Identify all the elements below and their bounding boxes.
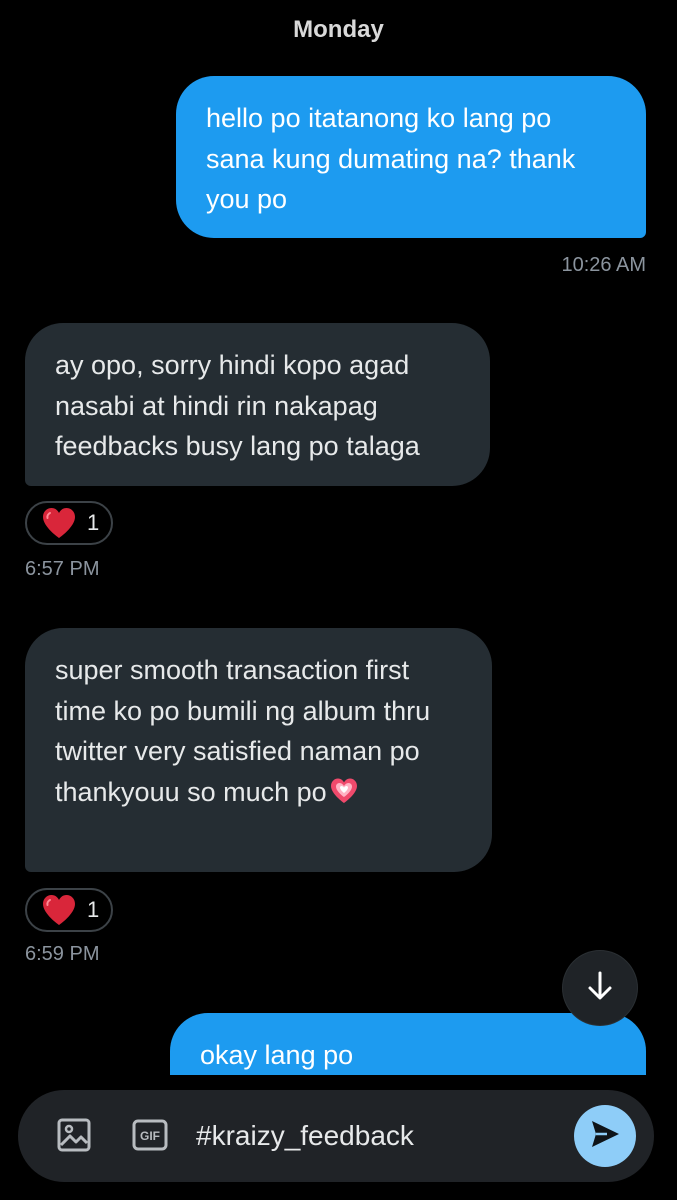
arrow-down-icon bbox=[583, 969, 617, 1008]
received-message-bubble[interactable]: ay opo, sorry hindi kopo agad nasabi at … bbox=[25, 323, 490, 486]
message-composer: GIF bbox=[18, 1090, 654, 1182]
heart-icon bbox=[41, 894, 77, 926]
reaction-count: 1 bbox=[87, 510, 100, 535]
reaction-pill[interactable]: 1 bbox=[25, 501, 113, 545]
gif-button[interactable]: GIF bbox=[132, 1119, 168, 1156]
sparkling-heart-icon bbox=[329, 776, 359, 817]
sent-message-bubble[interactable]: hello po itatanong ko lang po sana kung … bbox=[176, 76, 646, 238]
reaction-pill[interactable]: 1 bbox=[25, 888, 113, 932]
gif-label: GIF bbox=[140, 1129, 160, 1143]
message-text: super smooth transaction first time ko p… bbox=[55, 655, 431, 807]
image-icon[interactable] bbox=[56, 1117, 92, 1158]
received-message-bubble[interactable]: super smooth transaction first time ko p… bbox=[25, 628, 492, 872]
send-icon bbox=[589, 1118, 621, 1155]
message-input[interactable] bbox=[196, 1116, 556, 1156]
message-timestamp: 6:57 PM bbox=[25, 558, 100, 580]
message-timestamp: 6:59 PM bbox=[25, 943, 100, 965]
message-text: hello po itatanong ko lang po sana kung … bbox=[206, 103, 576, 214]
send-button[interactable] bbox=[574, 1105, 636, 1167]
message-text: ay opo, sorry hindi kopo agad nasabi at … bbox=[55, 350, 420, 461]
message-timestamp: 10:26 AM bbox=[561, 254, 646, 276]
heart-icon bbox=[41, 507, 77, 539]
message-text: okay lang po bbox=[200, 1040, 354, 1070]
scroll-to-bottom-button[interactable] bbox=[563, 951, 637, 1025]
day-separator: Monday bbox=[293, 16, 384, 43]
sent-message-bubble[interactable]: okay lang po bbox=[170, 1013, 646, 1075]
reaction-count: 1 bbox=[87, 897, 100, 922]
